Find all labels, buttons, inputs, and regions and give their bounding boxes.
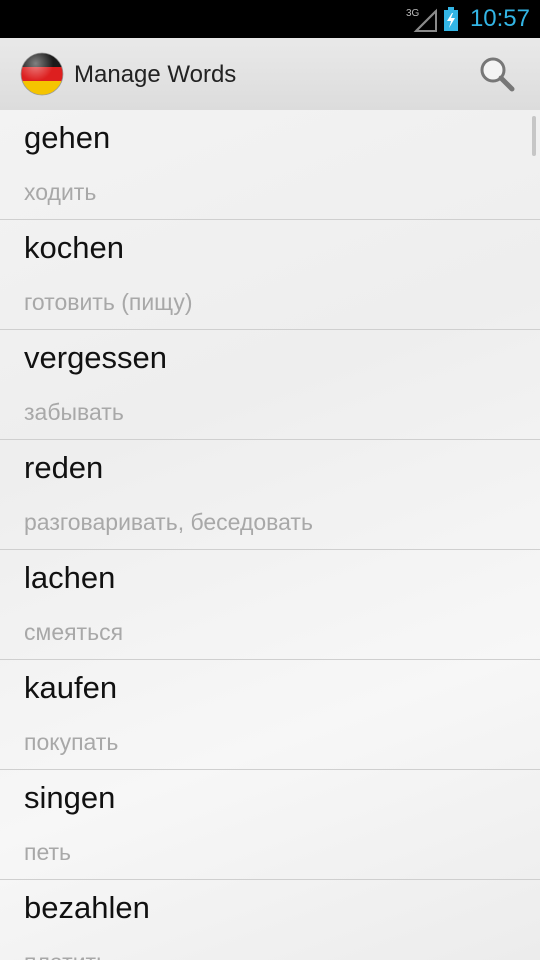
list-item[interactable]: vergessen забывать (0, 330, 540, 440)
svg-text:3G: 3G (406, 8, 420, 19)
word-text: bezahlen (24, 890, 150, 925)
word-text: vergessen (24, 340, 168, 375)
translation-text: забывать (24, 399, 124, 425)
search-button[interactable] (470, 50, 524, 100)
page-title: Manage Words (74, 61, 237, 88)
translation-text: разговаривать, беседовать (24, 509, 313, 535)
list-item[interactable]: gehen ходить (0, 110, 540, 220)
translation-text: ходить (24, 179, 97, 205)
status-time: 10:57 (469, 5, 530, 32)
word-text: reden (24, 450, 104, 485)
list-item[interactable]: kaufen покупать (0, 660, 540, 770)
translation-text: смеяться (24, 619, 124, 645)
word-text: lachen (24, 560, 116, 595)
word-text: singen (24, 780, 116, 815)
germany-flag-icon[interactable] (20, 52, 64, 96)
word-text: gehen (24, 120, 111, 155)
list-item[interactable]: lachen смеяться (0, 550, 540, 660)
list-item[interactable]: singen петь (0, 770, 540, 880)
word-text: kochen (24, 230, 124, 265)
list-item[interactable]: reden разговаривать, беседовать (0, 440, 540, 550)
scrollbar[interactable] (532, 116, 536, 156)
list-item[interactable]: kochen готовить (пищу) (0, 220, 540, 330)
word-list[interactable]: gehen ходить kochen готовить (пищу) verg… (0, 110, 540, 960)
action-bar: Manage Words (0, 38, 540, 112)
status-bar: 3G 10:57 (0, 0, 540, 38)
battery-charging-icon (444, 7, 458, 31)
signal-3g-icon: 3G (406, 8, 437, 32)
search-icon (480, 57, 515, 92)
translation-text: готовить (пищу) (24, 289, 193, 315)
word-text: kaufen (24, 670, 118, 705)
list-item[interactable]: bezahlen платить (0, 880, 540, 960)
translation-text: платить (24, 948, 108, 960)
translation-text: петь (24, 839, 71, 865)
translation-text: покупать (24, 729, 119, 755)
